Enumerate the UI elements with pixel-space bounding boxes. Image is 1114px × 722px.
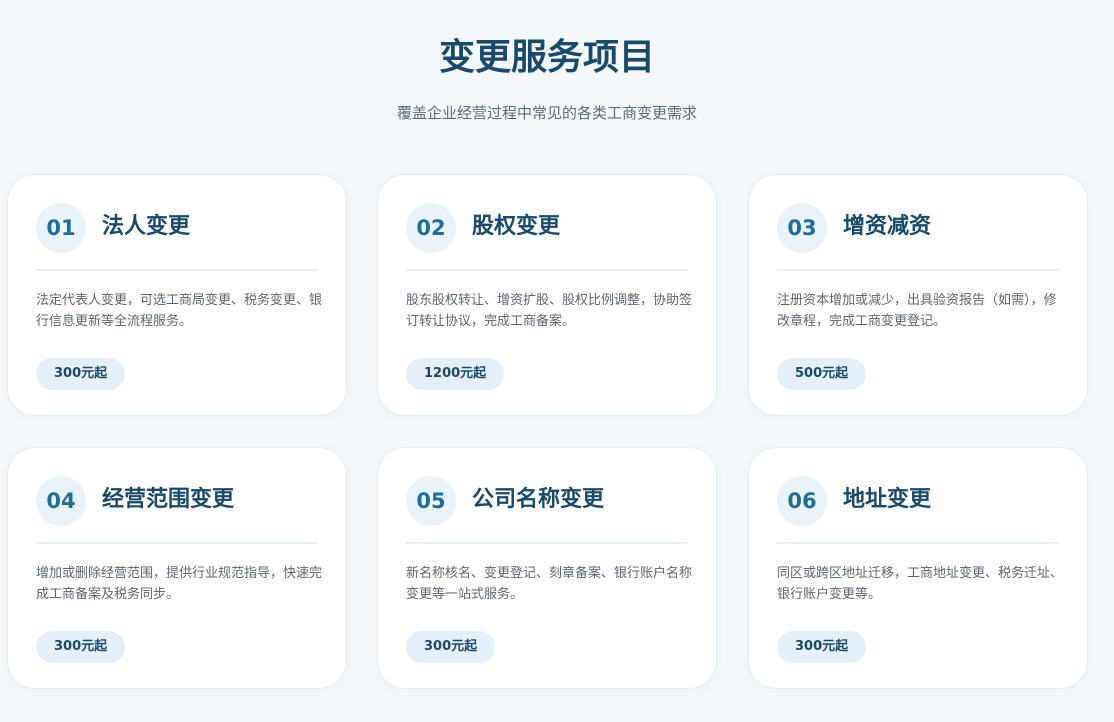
page-title: 变更服务项目 [438,37,655,78]
card-divider [777,542,1059,544]
card-divider [406,269,688,271]
card-number-badge: 05 [406,476,456,526]
card-divider [406,542,688,544]
card-title: 增资减资 [843,214,932,239]
card-number-badge: 06 [777,476,827,526]
card-divider [36,542,318,544]
card-description: 注册资本增加或减少，出具验资报告（如需），修改章程，完成工商变更登记。 [777,293,1057,329]
page-subtitle: 覆盖企业经营过程中常见的各类工商变更需求 [396,104,697,122]
card-description: 法定代表人变更，可选工商局变更、税务变更、银行信息更新等全流程服务。 [36,293,323,329]
service-card-equity[interactable]: 02 股权变更 股东股权转让、增资扩股、股权比例调整，协助签订转让协议，完成工商… [377,174,717,416]
price-tag: 500元起 [777,358,867,390]
card-title: 法人变更 [102,214,191,239]
card-title: 地址变更 [843,487,932,512]
price-tag: 300元起 [777,631,867,663]
card-title: 公司名称变更 [472,487,605,512]
card-title: 股权变更 [472,214,561,239]
service-card-address[interactable]: 06 地址变更 同区或跨区地址迁移，工商地址变更、税务迁址、银行账户变更等。 3… [748,447,1088,689]
card-description: 同区或跨区地址迁移，工商地址变更、税务迁址、银行账户变更等。 [777,566,1064,602]
price-tag: 300元起 [36,358,126,390]
card-number-badge: 02 [406,203,456,253]
card-number-badge: 04 [36,476,86,526]
card-description: 股东股权转让、增资扩股、股权比例调整，协助签订转让协议，完成工商备案。 [406,293,693,329]
price-tag: 1200元起 [406,358,505,390]
price-tag: 300元起 [36,631,126,663]
price-tag: 300元起 [406,631,496,663]
service-card-business-scope[interactable]: 04 经营范围变更 增加或删除经营范围，提供行业规范指导，快速完成工商备案及税务… [7,447,347,689]
card-number-badge: 01 [36,203,86,253]
card-description: 新名称核名、变更登记、刻章备案、银行账户名称变更等一站式服务。 [406,566,693,602]
service-card-capital[interactable]: 03 增资减资 注册资本增加或减少，出具验资报告（如需），修改章程，完成工商变更… [748,174,1088,416]
service-card-company-name[interactable]: 05 公司名称变更 新名称核名、变更登记、刻章备案、银行账户名称变更等一站式服务… [377,447,717,689]
card-title: 经营范围变更 [102,487,235,512]
service-card-legal-person[interactable]: 01 法人变更 法定代表人变更，可选工商局变更、税务变更、银行信息更新等全流程服… [7,174,347,416]
card-number-badge: 03 [777,203,827,253]
card-description: 增加或删除经营范围，提供行业规范指导，快速完成工商备案及税务同步。 [36,566,323,602]
card-divider [777,269,1059,271]
card-divider [36,269,318,271]
